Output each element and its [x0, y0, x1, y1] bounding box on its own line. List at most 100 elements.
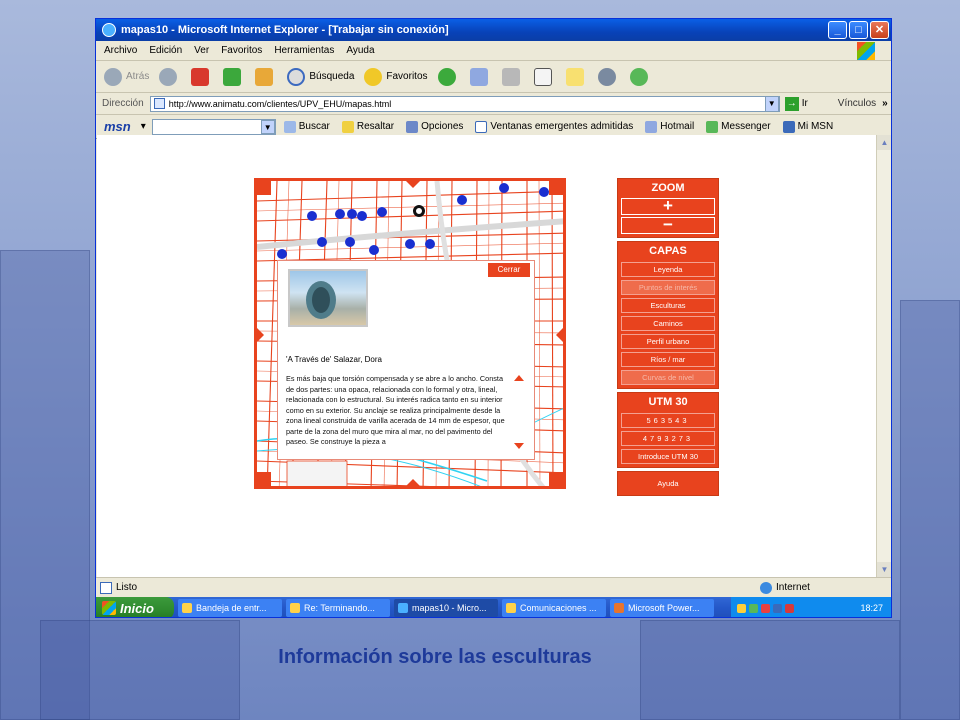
- layer-caminos[interactable]: Caminos: [621, 316, 715, 331]
- sculpture-marker[interactable]: [425, 239, 435, 249]
- tray-icon[interactable]: [785, 603, 794, 613]
- task-email[interactable]: Re: Terminando...: [286, 599, 390, 617]
- layer-puntos-de-interes[interactable]: Puntos de interés: [621, 280, 715, 295]
- magnifier-icon: [283, 120, 296, 133]
- go-button[interactable]: → Ir: [784, 96, 808, 111]
- msn-dropdown-icon[interactable]: ▾: [141, 121, 146, 132]
- task-powerpoint[interactable]: Microsoft Power...: [610, 599, 714, 617]
- menu-favoritos[interactable]: Favoritos: [221, 45, 262, 56]
- back-button[interactable]: Atrás: [104, 67, 149, 86]
- zoom-in-button[interactable]: +: [621, 197, 715, 215]
- history-icon: [437, 67, 456, 86]
- sculpture-marker[interactable]: [335, 209, 345, 219]
- messenger-button[interactable]: [629, 67, 652, 86]
- msn-options-button[interactable]: Opciones: [406, 120, 463, 133]
- sculpture-photo: [288, 269, 368, 327]
- menu-herramientas[interactable]: Herramientas: [274, 45, 334, 56]
- go-arrow-icon: →: [784, 96, 799, 111]
- start-button[interactable]: Inicio: [96, 597, 174, 617]
- menu-ayuda[interactable]: Ayuda: [346, 45, 374, 56]
- msn-mymsn-label: Mi MSN: [797, 121, 834, 132]
- notes-button[interactable]: [565, 67, 588, 86]
- sculpture-marker[interactable]: [317, 237, 327, 247]
- stop-button[interactable]: [191, 67, 213, 86]
- sculpture-marker[interactable]: [369, 245, 379, 255]
- scroll-up-button[interactable]: ▲: [877, 135, 891, 150]
- task-outlook-inbox[interactable]: Bandeja de entr...: [178, 599, 282, 617]
- sculpture-marker[interactable]: [347, 209, 357, 219]
- msn-mymsn-button[interactable]: Mi MSN: [782, 120, 834, 133]
- task-folder[interactable]: Comunicaciones ...: [502, 599, 606, 617]
- layers-block: CAPAS Leyenda Puntos de interés Escultur…: [617, 241, 719, 389]
- search-button[interactable]: Búsqueda: [287, 67, 354, 86]
- msn-highlight-button[interactable]: Resaltar: [341, 120, 394, 133]
- home-button[interactable]: [255, 67, 277, 86]
- msn-search-dropdown[interactable]: ▼: [260, 119, 275, 134]
- selected-sculpture-marker[interactable]: [413, 205, 425, 217]
- msn-hotmail-button[interactable]: Hotmail: [645, 120, 694, 133]
- maximize-button[interactable]: □: [849, 21, 868, 39]
- background-building: [640, 620, 900, 720]
- zoom-out-button[interactable]: −: [621, 216, 715, 234]
- pan-down-arrow[interactable]: [404, 479, 422, 486]
- discuss-button[interactable]: [597, 67, 620, 86]
- address-input[interactable]: http://www.animatu.com/clientes/UPV_EHU/…: [149, 95, 780, 112]
- sculpture-marker[interactable]: [277, 249, 287, 259]
- layer-curvas-de-nivel[interactable]: Curvas de nivel: [621, 370, 715, 385]
- links-label[interactable]: Vínculos: [838, 98, 876, 109]
- tray-icon[interactable]: [761, 603, 770, 613]
- status-text: Listo: [116, 582, 138, 593]
- scroll-up-arrow[interactable]: [514, 375, 524, 381]
- task-label: Re: Terminando...: [304, 603, 375, 613]
- layer-perfil-urbano[interactable]: Perfil urbano: [621, 334, 715, 349]
- address-dropdown[interactable]: ▼: [764, 95, 779, 112]
- task-label: Microsoft Power...: [628, 603, 700, 613]
- refresh-button[interactable]: [223, 67, 245, 86]
- mail-button[interactable]: [469, 67, 492, 86]
- msn-messenger-label: Messenger: [721, 121, 771, 132]
- msn-messenger-button[interactable]: Messenger: [706, 120, 771, 133]
- utm-enter-button[interactable]: Introduce UTM 30: [621, 449, 715, 464]
- msn-logo[interactable]: msn: [104, 119, 131, 134]
- minimize-button[interactable]: _: [828, 21, 847, 39]
- scroll-down-arrow[interactable]: [514, 443, 524, 449]
- pan-up-arrow[interactable]: [404, 181, 422, 188]
- tray-icon[interactable]: [773, 603, 782, 613]
- sculpture-marker[interactable]: [377, 207, 387, 217]
- msn-search-button[interactable]: Buscar: [283, 120, 330, 133]
- sculpture-marker[interactable]: [405, 239, 415, 249]
- vertical-scrollbar[interactable]: ▲ ▼: [876, 135, 891, 577]
- msn-search-input[interactable]: ▼: [151, 118, 276, 135]
- history-button[interactable]: [437, 67, 460, 86]
- menu-archivo[interactable]: Archivo: [104, 45, 137, 56]
- sculpture-marker[interactable]: [539, 187, 549, 197]
- help-button[interactable]: Ayuda: [621, 477, 715, 492]
- tray-icon[interactable]: [749, 603, 758, 613]
- layer-leyenda[interactable]: Leyenda: [621, 262, 715, 277]
- sculpture-marker[interactable]: [457, 195, 467, 205]
- utm-x-value: 563543: [621, 413, 715, 428]
- sculpture-marker[interactable]: [307, 211, 317, 221]
- menu-ver[interactable]: Ver: [194, 45, 209, 56]
- sculpture-marker[interactable]: [499, 183, 509, 193]
- print-button[interactable]: [501, 67, 524, 86]
- sculpture-marker[interactable]: [345, 237, 355, 247]
- scroll-down-button[interactable]: ▼: [877, 562, 891, 577]
- edit-button[interactable]: [533, 67, 556, 86]
- pan-left-arrow[interactable]: [257, 326, 264, 344]
- chevron-right-icon[interactable]: »: [882, 98, 888, 109]
- task-ie-mapas10[interactable]: mapas10 - Micro...: [394, 599, 498, 617]
- menu-edicion[interactable]: Edición: [149, 45, 182, 56]
- close-info-button[interactable]: Cerrar: [488, 263, 530, 277]
- layer-esculturas[interactable]: Esculturas: [621, 298, 715, 313]
- msn-popups-button[interactable]: Ventanas emergentes admitidas: [475, 120, 633, 133]
- layer-rios-mar[interactable]: Ríos / mar: [621, 352, 715, 367]
- close-button[interactable]: ✕: [870, 21, 889, 39]
- tray-icon[interactable]: [737, 603, 746, 613]
- sculpture-marker[interactable]: [357, 211, 367, 221]
- hotmail-icon: [645, 120, 658, 133]
- page-content: Cerrar 'A Través de' Salazar, Dora Es má…: [97, 135, 877, 577]
- pan-right-arrow[interactable]: [556, 326, 563, 344]
- favorites-button[interactable]: Favoritos: [364, 67, 428, 86]
- forward-button[interactable]: [159, 67, 181, 86]
